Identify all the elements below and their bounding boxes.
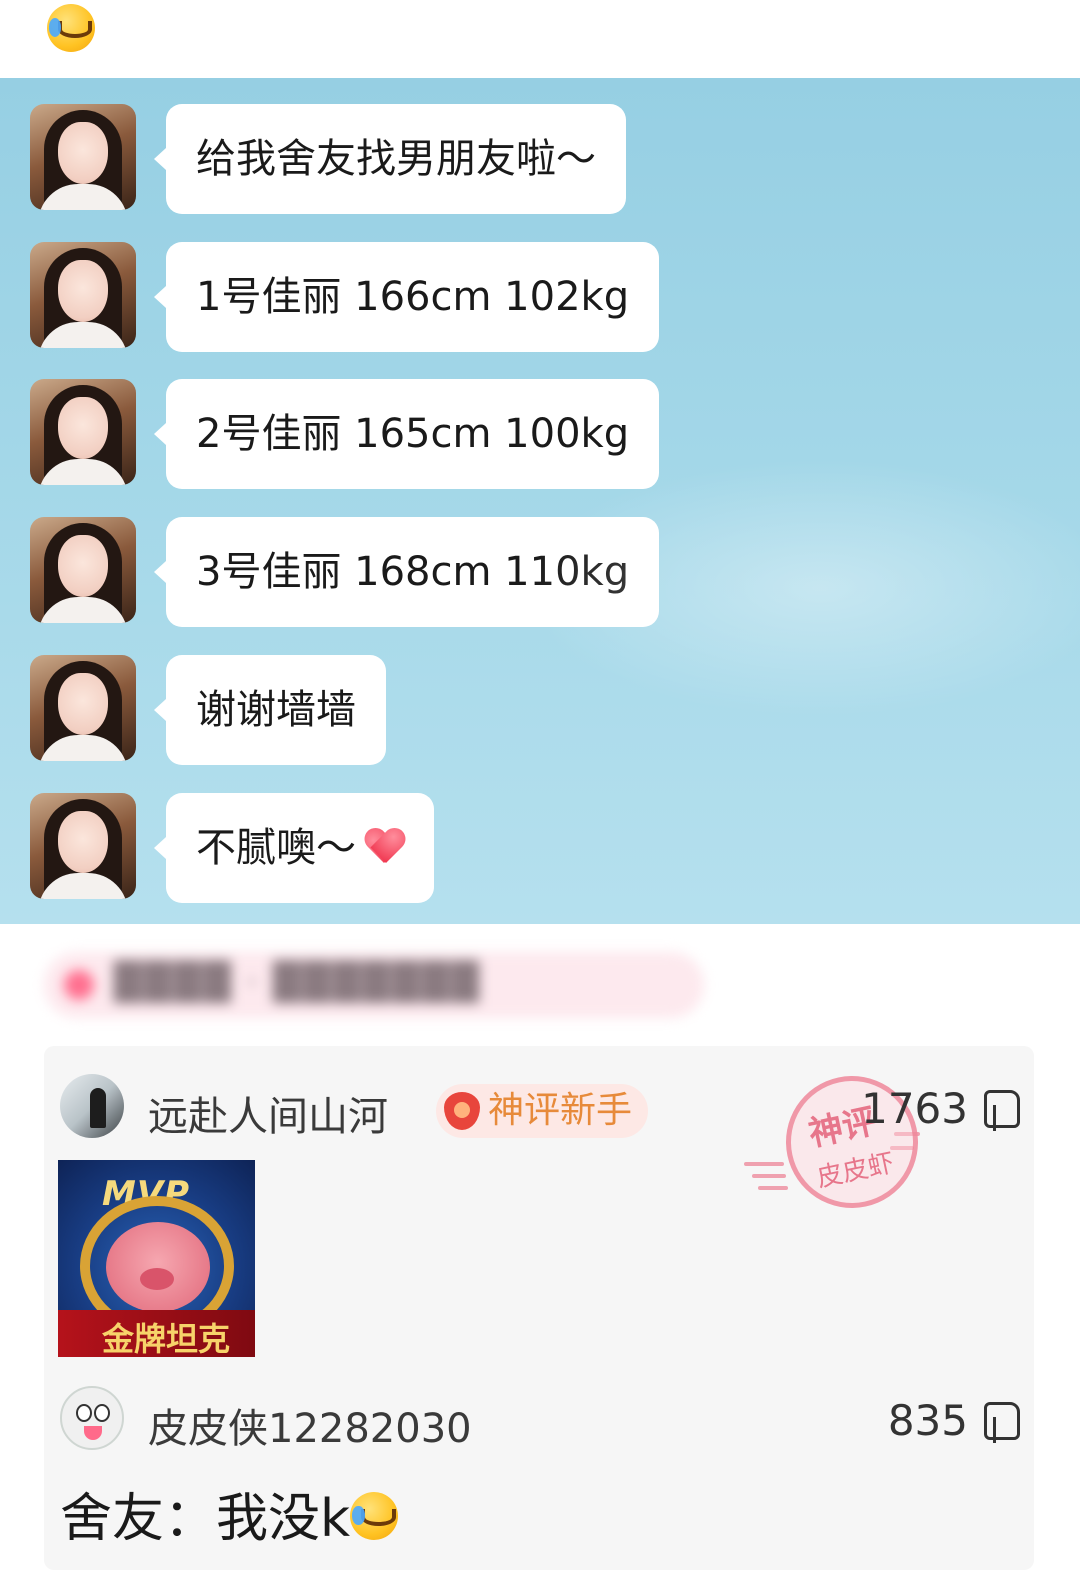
avatar (30, 104, 136, 210)
commenter-avatar[interactable] (60, 1386, 124, 1450)
like-count: 1763 (861, 1084, 968, 1133)
message-bubble: 谢谢墙墙 (154, 655, 386, 765)
comments-card: 远赴人间山河 神评新手 神评 皮皮虾 1763 MVP 金牌坦克 皮皮侠1228… (44, 1046, 1034, 1570)
chat-message: 3号佳丽 168cm 110kg (0, 517, 1080, 627)
comment-body: 舍友：我没k (60, 1476, 399, 1551)
avatar (30, 655, 136, 761)
red-heart-icon (364, 826, 404, 866)
commenter-username[interactable]: 远赴人间山河 (148, 1084, 388, 1142)
badge-label: 神评新手 (488, 1090, 633, 1131)
comment-text: 舍友：我没k (60, 1489, 351, 1549)
commenter-username[interactable]: 皮皮侠12282030 (148, 1396, 472, 1454)
message-bubble: 3号佳丽 168cm 110kg (153, 517, 660, 627)
blurred-source-line: ████ · ███████ (44, 952, 704, 1018)
message-text: 不腻噢～ (196, 825, 356, 871)
chat-message: 1号佳丽 166cm 102kg (0, 242, 1080, 352)
god-comment-badge: 神评新手 (436, 1084, 649, 1138)
thumbs-up-icon[interactable] (984, 1402, 1020, 1443)
message-bubble: 不腻噢～ (154, 793, 434, 903)
message-bubble: 2号佳丽 165cm 100kg (153, 379, 660, 489)
chat-message: 谢谢墙墙 (0, 655, 1080, 765)
message-bubble: 1号佳丽 166cm 102kg (153, 242, 660, 352)
laughing-crying-emoji-icon (47, 4, 95, 52)
chat-message: 2号佳丽 165cm 100kg (0, 379, 1080, 489)
avatar (30, 379, 136, 485)
avatar (30, 242, 136, 348)
message-bubble: 给我舍友找男朋友啦～ (154, 104, 626, 214)
chat-message: 不腻噢～ (0, 793, 1080, 903)
avatar (30, 517, 136, 623)
mvp-sticker-image[interactable]: MVP 金牌坦克 (58, 1160, 255, 1357)
like-count: 835 (887, 1396, 968, 1445)
shield-icon (444, 1092, 480, 1130)
chat-screenshot: 给我舍友找男朋友啦～ 1号佳丽 166cm 102kg 2号佳丽 165cm 1… (0, 78, 1080, 924)
laughing-crying-emoji-icon (350, 1492, 399, 1540)
sticker-banner: 金牌坦克 (102, 1320, 231, 1357)
avatar (30, 793, 136, 899)
commenter-avatar[interactable] (60, 1074, 124, 1138)
top-bar (0, 0, 1080, 78)
thumbs-up-icon[interactable] (984, 1090, 1020, 1131)
chat-message: 给我舍友找男朋友啦～ (0, 104, 1080, 214)
